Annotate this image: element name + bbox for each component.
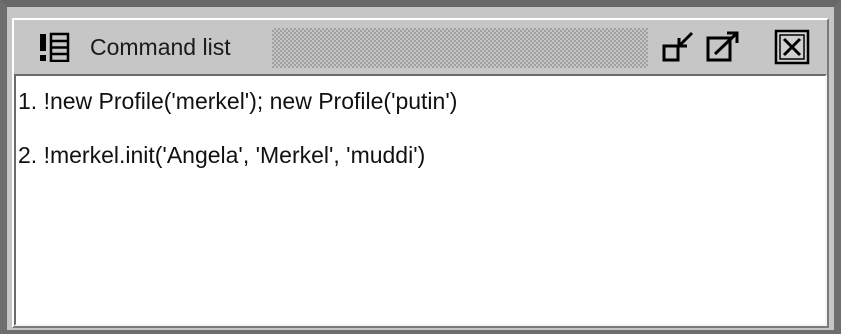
command-item[interactable]: 2. !merkel.init('Angela', 'Merkel', 'mud… <box>18 142 825 168</box>
command-item[interactable]: 1. !new Profile('merkel'); new Profile('… <box>18 88 825 114</box>
title-bar[interactable]: Command list <box>14 20 827 74</box>
close-icon[interactable] <box>774 29 810 65</box>
drag-grip[interactable] <box>272 28 648 68</box>
dock-icon[interactable] <box>662 30 696 64</box>
command-list-content[interactable]: 1. !new Profile('merkel'); new Profile('… <box>14 74 827 326</box>
command-list-window-frame: Command list 1. !new Profile('merkel'); <box>0 0 841 334</box>
command-list-panel: Command list 1. !new Profile('merkel'); <box>12 18 829 328</box>
undock-icon[interactable] <box>706 30 740 64</box>
window-title: Command list <box>90 34 231 60</box>
command-list-icon <box>40 32 70 62</box>
